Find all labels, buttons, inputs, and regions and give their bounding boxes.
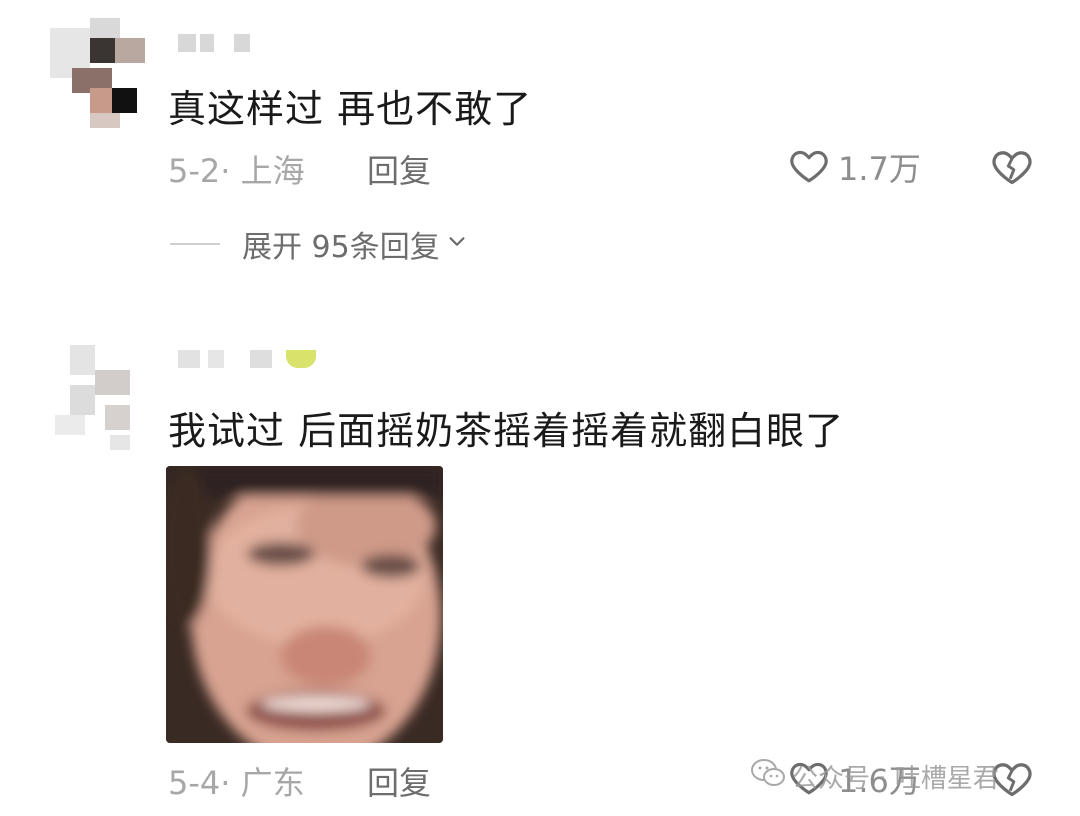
broken-heart-icon bbox=[990, 151, 1034, 192]
reply-button[interactable]: 回复 bbox=[367, 146, 431, 192]
avatar[interactable] bbox=[50, 340, 150, 450]
like-button[interactable]: 1.7万 bbox=[788, 144, 921, 190]
heart-outline-icon bbox=[788, 144, 830, 190]
expand-replies-button[interactable]: 展开 95条回复 bbox=[170, 222, 468, 266]
watermark-text: 公众号 · 吐槽星君 bbox=[792, 764, 999, 794]
like-count: 1.7万 bbox=[838, 150, 921, 188]
watermark: 公众号 · 吐槽星君 bbox=[750, 758, 999, 795]
chevron-down-icon bbox=[440, 231, 468, 257]
divider bbox=[170, 243, 220, 245]
reply-button[interactable]: 回复 bbox=[367, 758, 431, 804]
comment-item: 真这样过 再也不敢了 5-2· 上海 回复 1.7万 展开 95条回复 bbox=[0, 0, 1080, 300]
expand-replies-label: 展开 95条回复 bbox=[242, 230, 440, 265]
comment-item: 我试过 后面摇奶茶摇着摇着就翻白眼了 5-4· 广东 回复 1.6万 bbox=[0, 330, 1080, 816]
sticker-image[interactable] bbox=[166, 466, 443, 743]
comment-meta: 5-4· 广东 bbox=[168, 764, 305, 802]
comment-text: 真这样过 再也不敢了 bbox=[168, 87, 533, 131]
comment-text: 我试过 后面摇奶茶摇着摇着就翻白眼了 bbox=[168, 409, 845, 453]
wechat-icon bbox=[750, 758, 792, 795]
avatar[interactable] bbox=[50, 18, 150, 128]
comment-meta: 5-2· 上海 bbox=[168, 152, 305, 190]
dislike-button[interactable] bbox=[990, 144, 1034, 192]
